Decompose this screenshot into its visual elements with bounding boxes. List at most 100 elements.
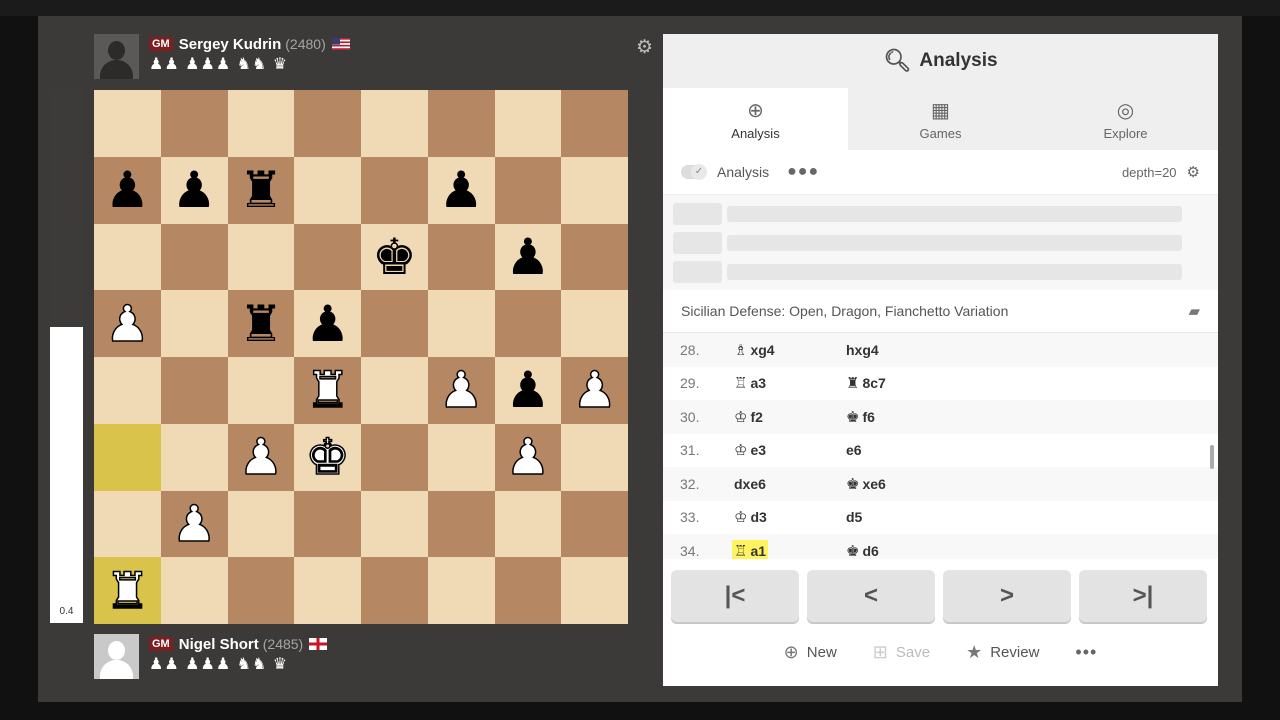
black-pawn[interactable]: ♟ bbox=[439, 165, 484, 215]
avatar[interactable] bbox=[94, 34, 139, 79]
square-d4[interactable]: ♜ bbox=[294, 357, 361, 424]
square-a2[interactable] bbox=[94, 490, 161, 558]
black-move[interactable]: ♚ d6 bbox=[844, 540, 881, 559]
square-c1[interactable] bbox=[227, 557, 295, 624]
last-move-button[interactable]: >| bbox=[1079, 570, 1207, 622]
square-d3[interactable]: ♚ bbox=[294, 423, 361, 491]
white-move[interactable]: ♔ d3 bbox=[732, 506, 769, 528]
engine-settings-gear-icon[interactable]: ⚙ bbox=[1187, 163, 1200, 181]
tab-explore[interactable]: ◎ Explore bbox=[1033, 88, 1218, 150]
square-f1[interactable] bbox=[427, 557, 495, 624]
square-f6[interactable] bbox=[427, 223, 495, 291]
tab-games[interactable]: ▦ Games bbox=[848, 88, 1033, 150]
more-options-icon[interactable]: ●●● bbox=[787, 163, 819, 181]
square-g7[interactable] bbox=[494, 156, 562, 224]
square-b8[interactable] bbox=[160, 90, 228, 157]
square-h5[interactable] bbox=[561, 290, 628, 357]
square-g8[interactable] bbox=[494, 90, 562, 157]
square-g3[interactable]: ♟ bbox=[494, 423, 562, 491]
square-c8[interactable] bbox=[227, 90, 295, 157]
square-a4[interactable] bbox=[94, 357, 161, 424]
square-e6[interactable]: ♚ bbox=[361, 223, 428, 291]
square-d1[interactable] bbox=[294, 557, 361, 624]
white-pawn[interactable]: ♟ bbox=[238, 431, 284, 483]
tab-analysis[interactable]: ⊕ Analysis bbox=[663, 88, 848, 150]
square-g5[interactable] bbox=[494, 290, 562, 357]
move-list-scrollbar[interactable] bbox=[1210, 337, 1214, 555]
white-move[interactable]: ♔ e3 bbox=[732, 439, 768, 461]
black-move[interactable]: ♜ 8c7 bbox=[844, 372, 888, 394]
previous-move-button[interactable]: < bbox=[807, 570, 935, 622]
square-b1[interactable] bbox=[160, 557, 228, 624]
analysis-toggle[interactable]: ✓ bbox=[681, 164, 707, 180]
square-d6[interactable] bbox=[294, 223, 361, 291]
square-c2[interactable] bbox=[227, 490, 295, 558]
white-move[interactable]: ♗ xg4 bbox=[732, 339, 777, 361]
black-rook[interactable]: ♜ bbox=[238, 299, 283, 349]
square-h8[interactable] bbox=[561, 90, 628, 157]
square-c6[interactable] bbox=[227, 223, 295, 291]
square-a3[interactable] bbox=[94, 423, 161, 491]
square-e3[interactable] bbox=[361, 423, 428, 491]
square-e2[interactable] bbox=[361, 490, 428, 558]
next-move-button[interactable]: > bbox=[943, 570, 1071, 622]
book-icon[interactable]: ▰ bbox=[1188, 302, 1200, 320]
black-move[interactable]: hxg4 bbox=[844, 340, 881, 360]
white-pawn[interactable]: ♟ bbox=[571, 365, 617, 417]
square-d2[interactable] bbox=[294, 490, 361, 558]
square-b3[interactable] bbox=[160, 423, 228, 491]
square-f4[interactable]: ♟ bbox=[427, 357, 495, 424]
black-pawn[interactable]: ♟ bbox=[305, 299, 350, 349]
white-pawn[interactable]: ♟ bbox=[104, 298, 150, 350]
square-h1[interactable] bbox=[561, 557, 628, 624]
square-f5[interactable] bbox=[427, 290, 495, 357]
white-pawn[interactable]: ♟ bbox=[438, 365, 484, 417]
square-b2[interactable]: ♟ bbox=[160, 490, 228, 558]
review-button[interactable]: ★ Review bbox=[966, 642, 1039, 663]
white-move[interactable]: ♔ f2 bbox=[732, 406, 765, 428]
white-move[interactable]: ♖ a3 bbox=[732, 372, 768, 394]
black-move[interactable]: ♚ xe6 bbox=[844, 473, 888, 495]
square-h7[interactable] bbox=[561, 156, 628, 224]
square-a5[interactable]: ♟ bbox=[94, 290, 161, 357]
avatar[interactable] bbox=[94, 634, 139, 679]
black-move[interactable]: d5 bbox=[844, 507, 864, 527]
square-e7[interactable] bbox=[361, 156, 428, 224]
black-pawn[interactable]: ♟ bbox=[172, 165, 217, 215]
square-e8[interactable] bbox=[361, 90, 428, 157]
square-a7[interactable]: ♟ bbox=[94, 156, 161, 224]
square-a1[interactable]: ♜ bbox=[94, 557, 161, 624]
square-g6[interactable]: ♟ bbox=[494, 223, 562, 291]
square-b4[interactable] bbox=[160, 357, 228, 424]
black-pawn[interactable]: ♟ bbox=[105, 165, 150, 215]
square-h6[interactable] bbox=[561, 223, 628, 291]
square-c5[interactable]: ♜ bbox=[227, 290, 295, 357]
square-e4[interactable] bbox=[361, 357, 428, 424]
square-f2[interactable] bbox=[427, 490, 495, 558]
square-c4[interactable] bbox=[227, 357, 295, 424]
white-rook[interactable]: ♜ bbox=[304, 365, 350, 417]
square-e1[interactable] bbox=[361, 557, 428, 624]
white-king[interactable]: ♚ bbox=[304, 431, 350, 483]
square-d8[interactable] bbox=[294, 90, 361, 157]
square-f3[interactable] bbox=[427, 423, 495, 491]
white-move[interactable]: ♖ a1 bbox=[732, 539, 769, 559]
black-king[interactable]: ♚ bbox=[372, 232, 417, 282]
square-d7[interactable] bbox=[294, 156, 361, 224]
more-actions-icon[interactable]: ••• bbox=[1075, 642, 1097, 663]
square-c7[interactable]: ♜ bbox=[227, 156, 295, 224]
square-f8[interactable] bbox=[427, 90, 495, 157]
white-pawn[interactable]: ♟ bbox=[171, 498, 217, 550]
player-name[interactable]: Sergey Kudrin bbox=[179, 36, 282, 53]
white-rook[interactable]: ♜ bbox=[104, 565, 150, 617]
square-g2[interactable] bbox=[494, 490, 562, 558]
save-button[interactable]: ⊞ Save bbox=[873, 642, 930, 663]
square-g1[interactable] bbox=[494, 557, 562, 624]
new-button[interactable]: ⊕ New bbox=[784, 642, 837, 663]
square-f7[interactable]: ♟ bbox=[427, 156, 495, 224]
black-pawn[interactable]: ♟ bbox=[505, 365, 550, 415]
black-move[interactable]: ♚ f6 bbox=[844, 406, 877, 428]
square-c3[interactable]: ♟ bbox=[227, 423, 295, 491]
square-d5[interactable]: ♟ bbox=[294, 290, 361, 357]
black-rook[interactable]: ♜ bbox=[238, 165, 283, 215]
